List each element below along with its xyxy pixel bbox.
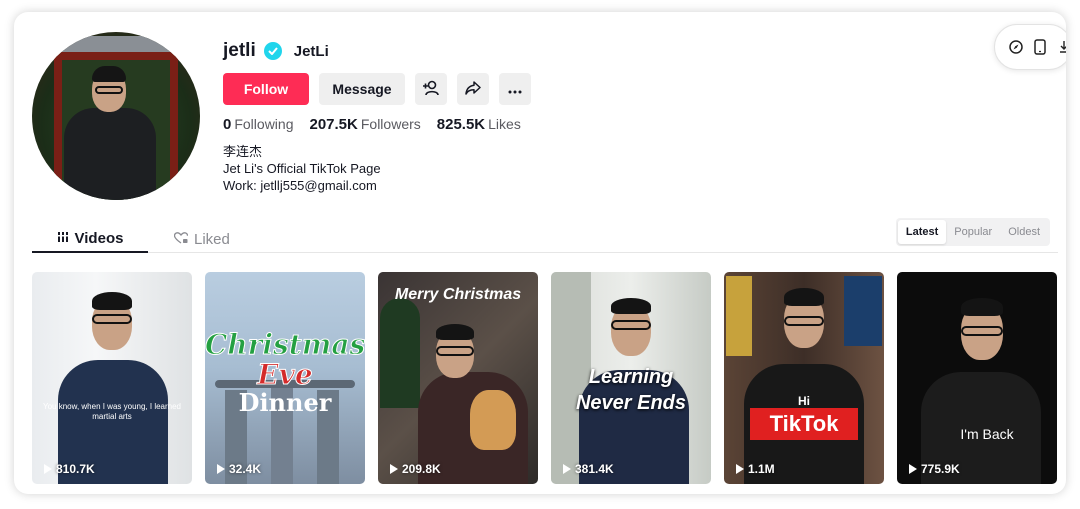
video-card[interactable]: Learning Never Ends 381.4K <box>551 272 711 484</box>
add-friend-icon <box>422 80 440 99</box>
verified-check-icon <box>263 42 282 60</box>
nickname: JetLi <box>293 42 329 60</box>
heart-lock-icon <box>173 231 189 248</box>
play-icon <box>217 464 225 474</box>
play-icon <box>390 464 398 474</box>
stat-following[interactable]: 0 Following <box>223 116 293 133</box>
play-icon <box>44 464 52 474</box>
profile-card: jetli JetLi Follow Message 0 Following 20… <box>14 12 1066 494</box>
overlay-line: Merry Christmas <box>394 286 522 303</box>
overlay-line: I'm Back <box>960 426 1014 442</box>
play-icon <box>563 464 571 474</box>
video-card[interactable]: I'm Back 775.9K <box>897 272 1057 484</box>
overlay-line: TikTok <box>750 408 858 440</box>
view-count: 1.1M <box>736 462 775 476</box>
video-caption: You know, when I was young, I learned ma… <box>42 402 182 421</box>
grid-icon <box>56 230 69 247</box>
view-count: 32.4K <box>217 462 261 476</box>
bio-line: Work: jetllj555@gmail.com <box>223 178 377 193</box>
video-card[interactable]: You know, when I was young, I learned ma… <box>32 272 192 484</box>
action-buttons: Follow Message <box>223 73 531 105</box>
view-count: 810.7K <box>44 462 95 476</box>
stat-followers[interactable]: 207.5K Followers <box>309 116 420 133</box>
share-button[interactable] <box>457 73 489 105</box>
avatar[interactable] <box>32 32 200 200</box>
profile-stats: 0 Following 207.5K Followers 825.5K Likes <box>223 116 521 133</box>
compass-icon[interactable] <box>1009 38 1023 56</box>
overlay-line: Eve <box>257 358 313 392</box>
overlay-line: Hi <box>798 394 810 408</box>
overlay-line: Never Ends <box>575 392 687 414</box>
overlay-line: Learning <box>588 366 674 388</box>
video-card[interactable]: Hi TikTok 1.1M <box>724 272 884 484</box>
video-card[interactable]: Merry Christmas 209.8K <box>378 272 538 484</box>
more-icon <box>508 81 522 97</box>
content-tabs: Videos Liked Latest Popular Oldest <box>32 218 1058 253</box>
overlay-line: Christmas <box>205 328 365 362</box>
bio-line: Jet Li's Official TikTok Page <box>223 161 381 176</box>
tab-videos-label: Videos <box>74 230 124 247</box>
sort-toggle: Latest Popular Oldest <box>895 218 1050 246</box>
sort-popular[interactable]: Popular <box>946 220 1000 244</box>
sort-oldest[interactable]: Oldest <box>1000 220 1048 244</box>
bio-line: 李连杰 <box>223 144 263 159</box>
follow-button[interactable]: Follow <box>223 73 309 105</box>
tab-liked-label: Liked <box>194 231 230 248</box>
name-row: jetli JetLi <box>223 40 329 62</box>
view-count: 775.9K <box>909 462 960 476</box>
message-button[interactable]: Message <box>319 73 405 105</box>
bio: 李连杰 Jet Li's Official TikTok Page Work: … <box>223 143 381 194</box>
share-icon <box>465 80 481 98</box>
add-friend-button[interactable] <box>415 73 447 105</box>
video-grid: You know, when I was young, I learned ma… <box>32 272 1057 484</box>
download-icon[interactable] <box>1057 38 1066 56</box>
sort-latest[interactable]: Latest <box>897 220 947 244</box>
phone-icon[interactable] <box>1033 38 1047 56</box>
play-icon <box>909 464 917 474</box>
view-count: 209.8K <box>390 462 441 476</box>
floating-toolbar <box>994 24 1066 70</box>
more-button[interactable] <box>499 73 531 105</box>
play-icon <box>736 464 744 474</box>
video-card[interactable]: Christmas Eve Dinner 32.4K <box>205 272 365 484</box>
stat-likes: 825.5K Likes <box>436 116 521 133</box>
tab-liked[interactable]: Liked <box>173 226 230 253</box>
tab-videos[interactable]: Videos <box>32 226 148 253</box>
overlay-line: Dinner <box>238 388 332 417</box>
username: jetli <box>223 40 256 61</box>
view-count: 381.4K <box>563 462 614 476</box>
